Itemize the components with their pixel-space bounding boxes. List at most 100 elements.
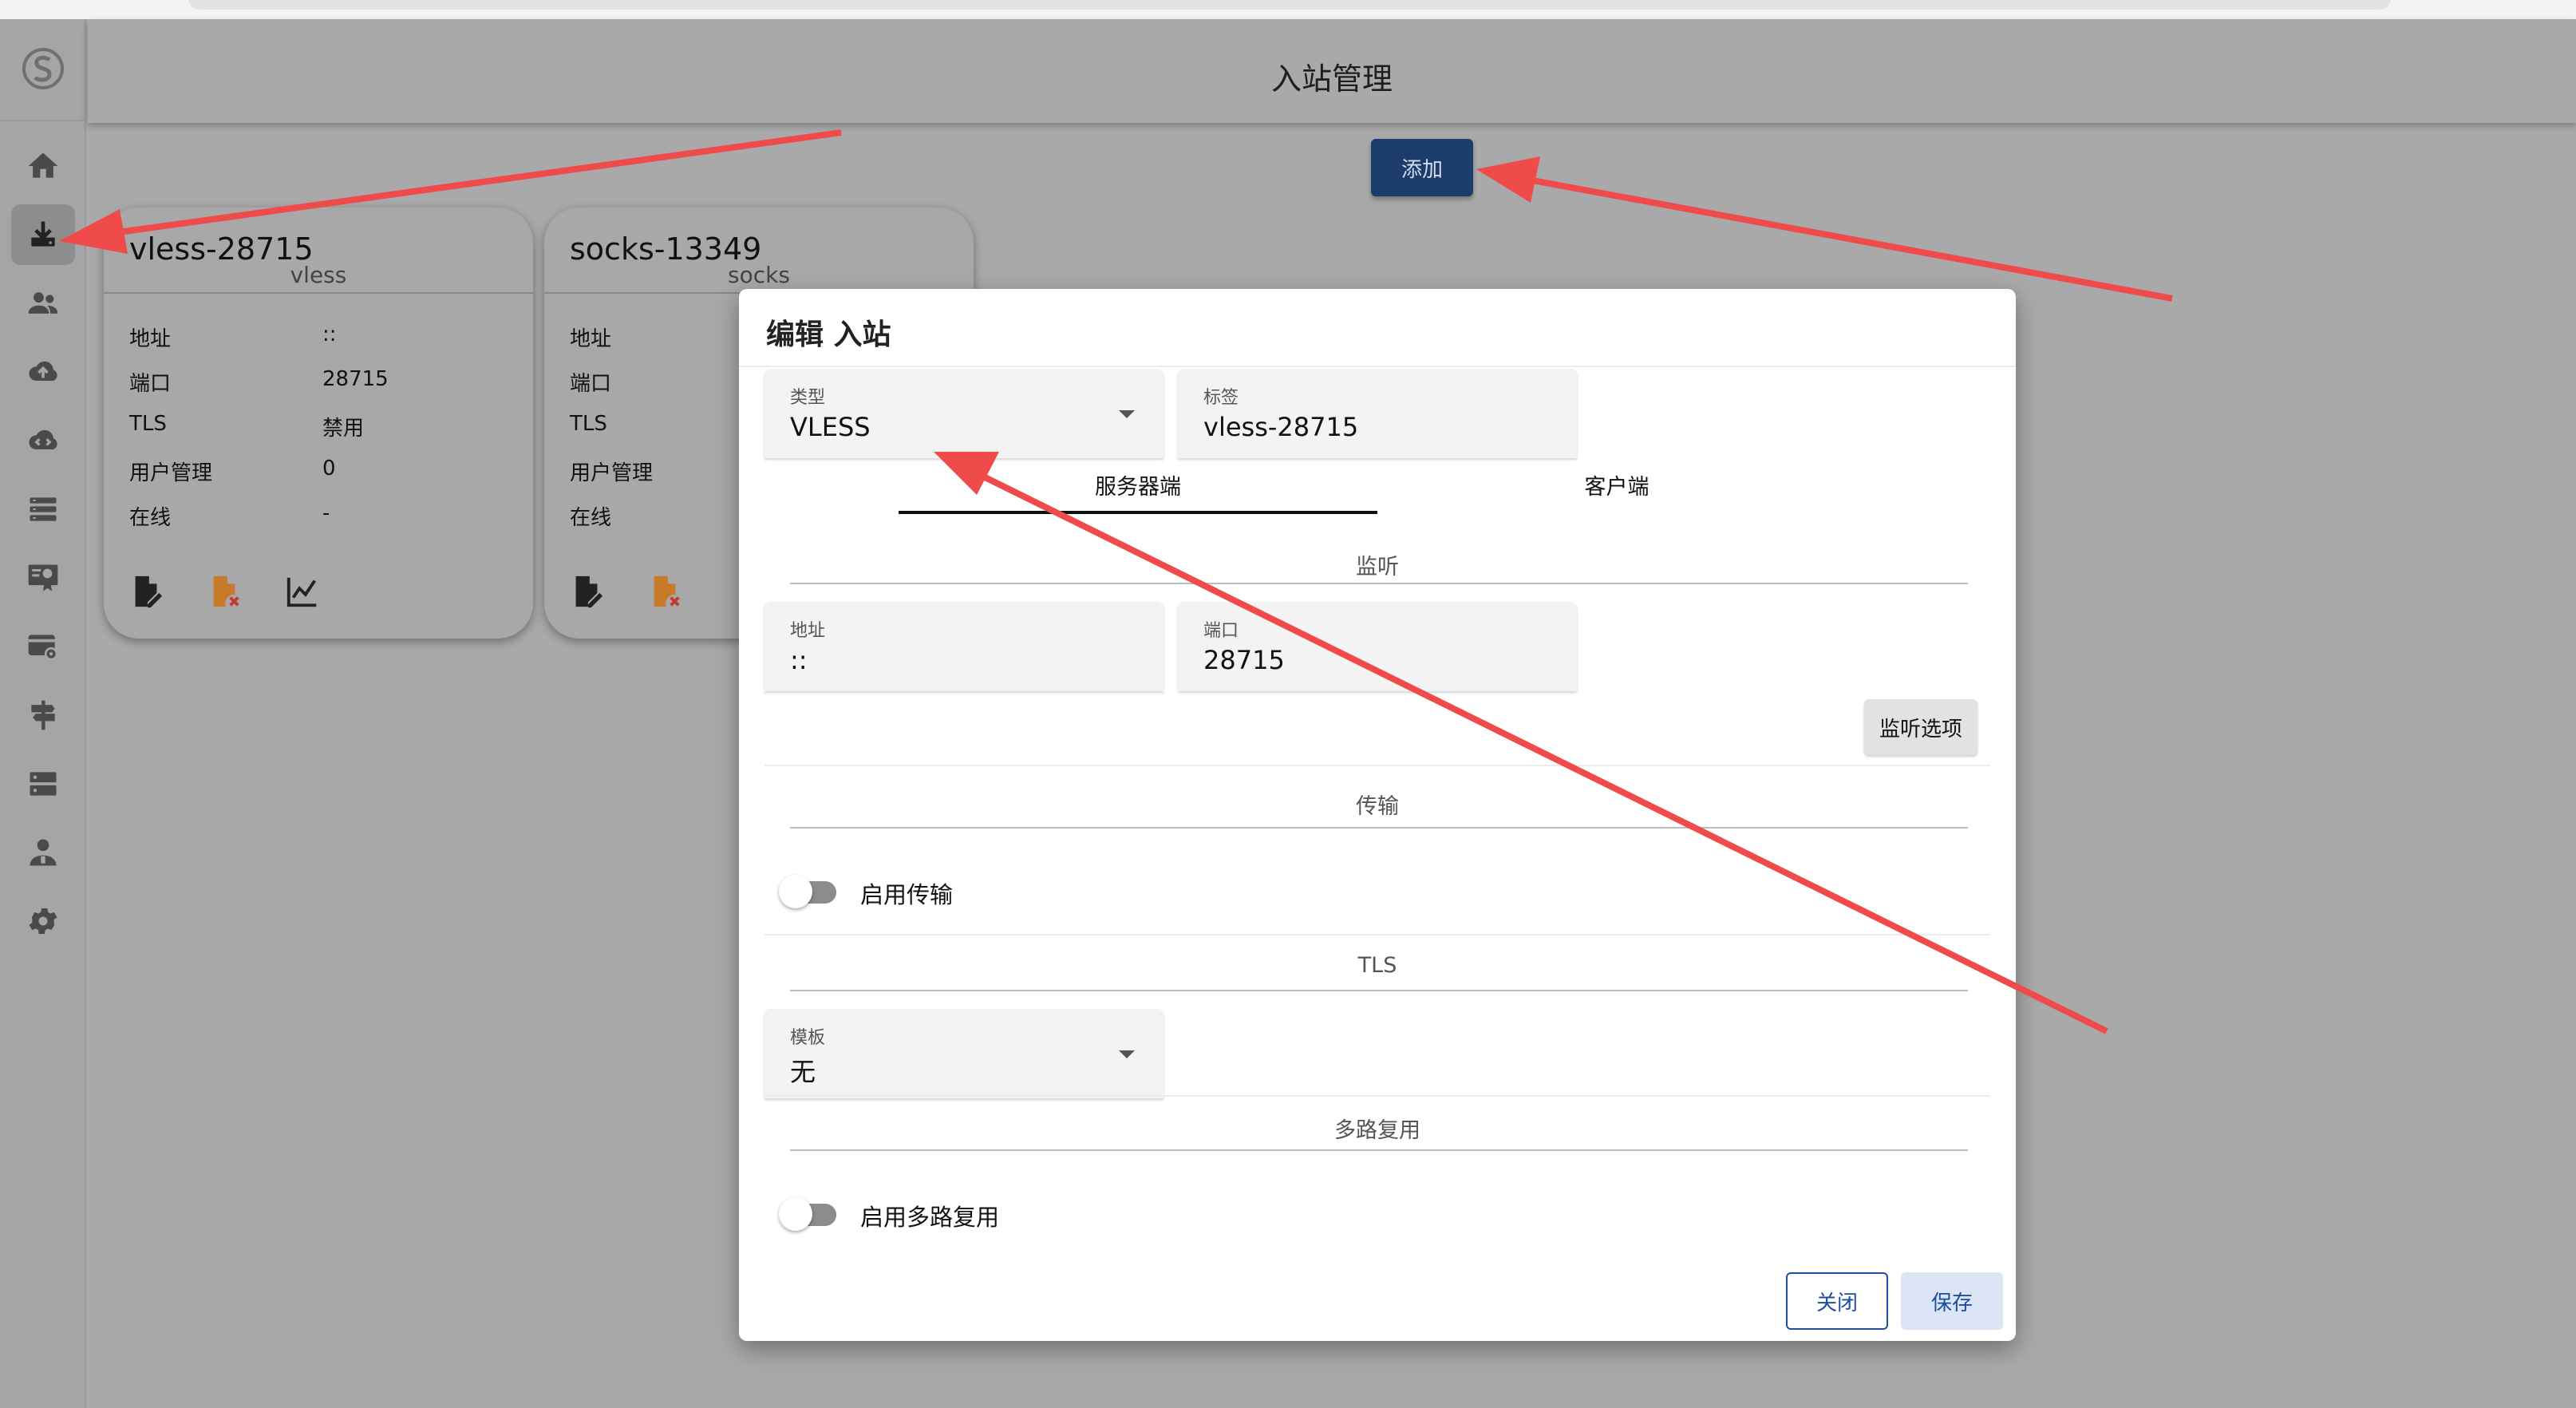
inbound-download-icon (31, 221, 55, 247)
toggle-knob (779, 1197, 812, 1231)
listen-options-button[interactable]: 监听选项 (1864, 699, 1977, 755)
tls-section-title: TLS (1357, 953, 1397, 978)
sidebar-item-services[interactable] (11, 616, 75, 677)
row-key: 端口 (570, 372, 612, 396)
section-divider (790, 583, 1968, 584)
template-select-value: 无 (790, 1057, 816, 1087)
row-value: :: (322, 322, 337, 346)
listen-port-input[interactable]: 端口 28715 (1178, 602, 1577, 691)
save-button[interactable]: 保存 (1901, 1272, 2003, 1330)
transport-section-title: 传输 (1356, 794, 1399, 819)
sidebar-item-rules[interactable] (11, 479, 75, 540)
edit-document-icon[interactable] (568, 573, 605, 610)
app-header: 入站管理 (88, 19, 2576, 123)
transport-toggle[interactable] (779, 872, 840, 912)
type-select-label: 类型 (790, 388, 826, 408)
inbound-card-protocol: socks (728, 262, 790, 288)
server-icon (30, 772, 57, 796)
delete-document-icon[interactable] (646, 573, 683, 610)
row-key: 在线 (570, 506, 612, 530)
address-input-value: :: (790, 645, 808, 675)
inbound-card-protocol: vless (290, 262, 347, 288)
sidebar-item-outbounds[interactable] (11, 342, 75, 402)
annotation-arrow (1476, 156, 2173, 302)
gear-icon (29, 908, 57, 934)
edit-document-icon[interactable] (128, 573, 164, 610)
listen-section-title: 监听 (1356, 555, 1399, 579)
chevron-down-icon (1119, 410, 1135, 418)
browser-top-strip (0, 0, 2576, 19)
browser-address-bar[interactable] (188, 0, 2391, 10)
row-key: 在线 (129, 506, 172, 530)
port-input-label: 端口 (1203, 621, 1239, 641)
page-title: 入站管理 (1270, 61, 1393, 97)
tab-server[interactable]: 服务器端 (899, 469, 1377, 500)
active-tab-indicator (899, 511, 1377, 514)
sidebar-item-settings[interactable] (11, 891, 75, 951)
section-divider (790, 990, 1968, 991)
tab-client[interactable]: 客户端 (1377, 469, 1856, 500)
admin-user-icon (30, 839, 57, 866)
sidebar-item-admins[interactable] (11, 822, 75, 883)
dialog-title: 编辑 入站 (766, 318, 891, 351)
sidebar-item-users[interactable] (11, 273, 75, 334)
sidebar-item-routing[interactable] (11, 685, 75, 746)
dialog-header-divider (739, 366, 2016, 367)
mux-toggle-label: 启用多路复用 (860, 1204, 1000, 1231)
type-select-value: VLESS (790, 412, 871, 442)
transport-toggle-label: 启用传输 (860, 881, 954, 908)
sidebar-item-server[interactable] (11, 753, 75, 814)
cloud-sync-icon (29, 429, 57, 449)
tag-input[interactable]: 标签 vless-28715 (1178, 369, 1577, 458)
port-input-value: 28715 (1203, 645, 1285, 675)
users-icon (28, 292, 58, 314)
row-value: 28715 (322, 367, 389, 391)
signpost-icon (31, 700, 55, 730)
row-value: 0 (322, 457, 336, 481)
tls-template-select[interactable]: 模板 无 (765, 1009, 1164, 1098)
mux-section-title: 多路复用 (1334, 1118, 1420, 1143)
type-select[interactable]: 类型 VLESS (765, 369, 1164, 458)
sidebar-divider (0, 120, 86, 121)
sidebar-item-tls[interactable] (11, 548, 75, 608)
row-key: 端口 (129, 372, 172, 396)
listen-address-input[interactable]: 地址 :: (765, 602, 1164, 691)
row-key: 用户管理 (129, 461, 213, 485)
row-key: 用户管理 (570, 461, 654, 485)
chevron-down-icon (1119, 1050, 1135, 1058)
toggle-knob (779, 875, 812, 908)
row-key: TLS (129, 412, 167, 436)
certificate-icon (28, 564, 58, 591)
list-icon (30, 497, 57, 521)
inbound-card: vless-28715 vless 地址 :: 端口 28715 TLS 禁用 … (104, 208, 533, 639)
sidebar-item-inbounds[interactable] (11, 204, 75, 265)
tag-input-value: vless-28715 (1203, 412, 1359, 442)
sidebar-item-endpoints[interactable] (11, 410, 75, 471)
row-value: - (322, 501, 330, 525)
card-divider (104, 292, 533, 294)
sidebar-item-home[interactable] (11, 136, 75, 196)
sidebar (0, 19, 86, 1408)
tag-input-label: 标签 (1203, 388, 1239, 408)
mux-toggle[interactable] (779, 1194, 840, 1234)
section-separator (765, 1095, 1990, 1097)
delete-document-icon[interactable] (206, 573, 243, 610)
row-key: 地址 (570, 327, 612, 351)
template-select-label: 模板 (790, 1028, 826, 1048)
home-icon (28, 152, 58, 178)
section-separator (765, 934, 1990, 935)
row-key: 地址 (129, 327, 172, 351)
cloud-upload-icon (29, 361, 57, 381)
settings-card-icon (28, 635, 58, 661)
add-inbound-button[interactable]: 添加 (1371, 139, 1473, 196)
section-separator (765, 765, 1990, 766)
card-actions (568, 573, 683, 610)
close-button[interactable]: 关闭 (1786, 1272, 1888, 1330)
app-logo-icon[interactable] (21, 46, 65, 91)
address-input-label: 地址 (790, 621, 826, 641)
stats-chart-icon[interactable] (284, 573, 321, 610)
card-actions (128, 573, 321, 610)
edit-inbound-dialog: 编辑 入站 类型 VLESS 标签 vless-28715 服务器端 客户端 监… (739, 289, 2016, 1341)
row-key: TLS (570, 412, 607, 436)
row-value: 禁用 (322, 417, 365, 441)
